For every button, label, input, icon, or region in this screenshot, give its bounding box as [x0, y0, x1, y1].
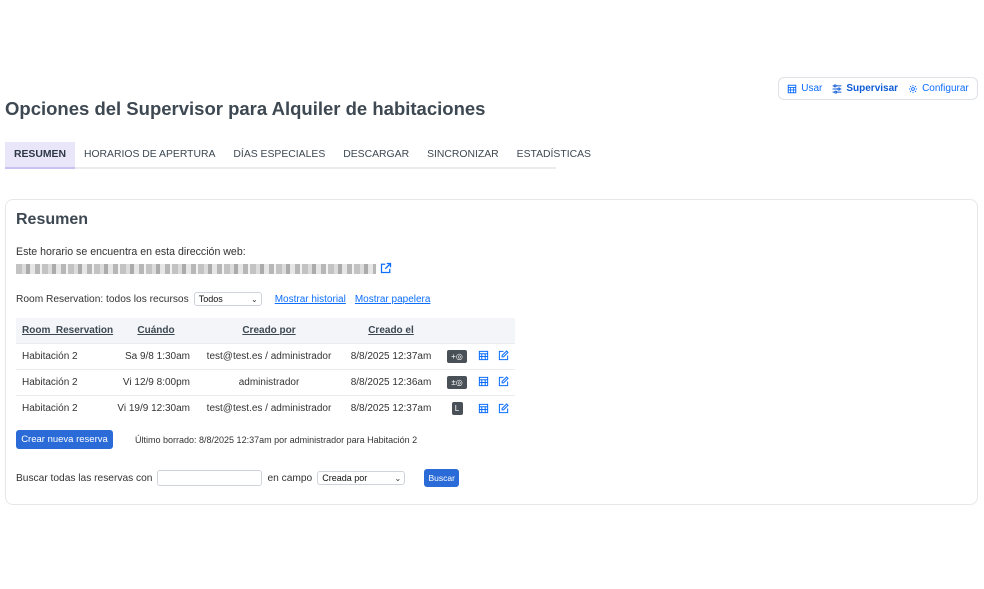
tab-bar: RESUMEN HORARIOS DE APERTURA DÍAS ESPECI…	[5, 142, 591, 169]
last-deleted-note: Último borrado: 8/8/2025 12:37am por adm…	[135, 435, 418, 445]
tab-resumen[interactable]: RESUMEN	[5, 142, 75, 169]
resource-select-value: Todos	[198, 294, 223, 304]
cell-when: Sa 9/8 1:30am	[116, 342, 196, 369]
search-button[interactable]: Buscar	[424, 469, 460, 487]
cell-created-by: test@test.es / administrador	[196, 342, 342, 369]
cell-resource: Habitación 2	[16, 368, 116, 395]
tab-estadisticas[interactable]: ESTADÍSTICAS	[508, 142, 600, 167]
col-header-created-by[interactable]: Creado por	[196, 318, 342, 343]
table-row: Habitación 2 Vi 19/9 12:30am test@test.e…	[16, 394, 515, 421]
tab-sincronizar[interactable]: SINCRONIZAR	[418, 142, 508, 167]
cell-created-at: 8/8/2025 12:37am	[342, 342, 440, 369]
edit-icon[interactable]	[498, 402, 509, 414]
external-link-icon[interactable]	[380, 262, 392, 274]
nav-supervise-label: Supervisar	[846, 83, 899, 94]
edit-icon[interactable]	[498, 376, 509, 387]
top-navigation: Usar Supervisar Configurar	[778, 77, 978, 100]
edit-icon[interactable]	[498, 350, 509, 361]
nav-configure-label: Configurar	[922, 83, 969, 94]
cell-created-by: test@test.es / administrador	[196, 394, 342, 421]
tab-horarios[interactable]: HORARIOS DE APERTURA	[75, 142, 224, 167]
blurred-web-address	[16, 264, 376, 274]
nav-supervise[interactable]: Supervisar	[832, 83, 898, 94]
tab-dias-especiales[interactable]: DÍAS ESPECIALES	[224, 142, 334, 167]
resource-filter-label: Room Reservation: todos los recursos	[16, 293, 189, 305]
search-row: Buscar todas las reservas con en campo C…	[16, 469, 460, 487]
search-field-select-value: Creada por	[322, 473, 368, 483]
page-title: Opciones del Supervisor para Alquiler de…	[5, 98, 486, 119]
cell-resource: Habitación 2	[16, 342, 116, 369]
web-address-intro: Este horario se encuentra en esta direcc…	[16, 246, 246, 258]
search-input[interactable]	[157, 470, 263, 486]
cell-created-at: 8/8/2025 12:36am	[342, 368, 440, 395]
calendar-icon[interactable]	[478, 376, 489, 387]
cell-created-at: 8/8/2025 12:37am	[342, 394, 440, 421]
search-field-label: en campo	[267, 472, 313, 484]
nav-use-label: Usar	[801, 83, 823, 94]
summary-card: Resumen Este horario se encuentra en est…	[5, 199, 978, 505]
calendar-icon[interactable]	[478, 350, 489, 361]
col-header-resource[interactable]: Room_Reservation	[16, 318, 116, 343]
show-trash-link[interactable]: Mostrar papelera	[355, 294, 431, 305]
status-badge: L	[451, 401, 463, 415]
tab-descargar[interactable]: DESCARGAR	[334, 142, 418, 167]
table-header-row: Room_Reservation Cuándo Creado por Cread…	[16, 318, 515, 343]
nav-configure[interactable]: Configurar	[908, 83, 969, 94]
nav-use[interactable]: Usar	[787, 83, 822, 94]
status-badge: ±◎	[447, 375, 467, 389]
resource-filter-row: Room Reservation: todos los recursos Tod…	[16, 292, 430, 306]
status-badge: +◎	[447, 349, 467, 363]
search-field-select[interactable]: Creada por ⌄	[317, 471, 406, 485]
table-row: Habitación 2 Vi 12/9 8:00pm administrado…	[16, 368, 515, 395]
cell-resource: Habitación 2	[16, 394, 116, 421]
new-reservation-button[interactable]: Crear nueva reserva	[16, 430, 113, 449]
resource-select[interactable]: Todos ⌄	[193, 292, 262, 306]
cell-when: Vi 19/9 12:30am	[116, 394, 196, 421]
col-header-when[interactable]: Cuándo	[116, 318, 196, 343]
gear-icon	[909, 84, 918, 93]
cell-when: Vi 12/9 8:00pm	[116, 368, 196, 395]
col-header-created-at[interactable]: Creado el	[342, 318, 440, 343]
search-label: Buscar todas las reservas con	[16, 472, 153, 484]
sliders-icon	[832, 83, 842, 94]
show-history-link[interactable]: Mostrar historial	[275, 294, 346, 305]
chevron-down-icon: ⌄	[251, 294, 258, 304]
cell-created-by: administrador	[196, 368, 342, 395]
card-title: Resumen	[16, 211, 89, 228]
calendar-icon	[787, 84, 797, 93]
calendar-icon[interactable]	[478, 403, 489, 414]
chevron-down-icon: ⌄	[394, 473, 402, 483]
table-row: Habitación 2 Sa 9/8 1:30am test@test.es …	[16, 342, 515, 369]
reservations-table: Room_Reservation Cuándo Creado por Cread…	[16, 318, 515, 421]
